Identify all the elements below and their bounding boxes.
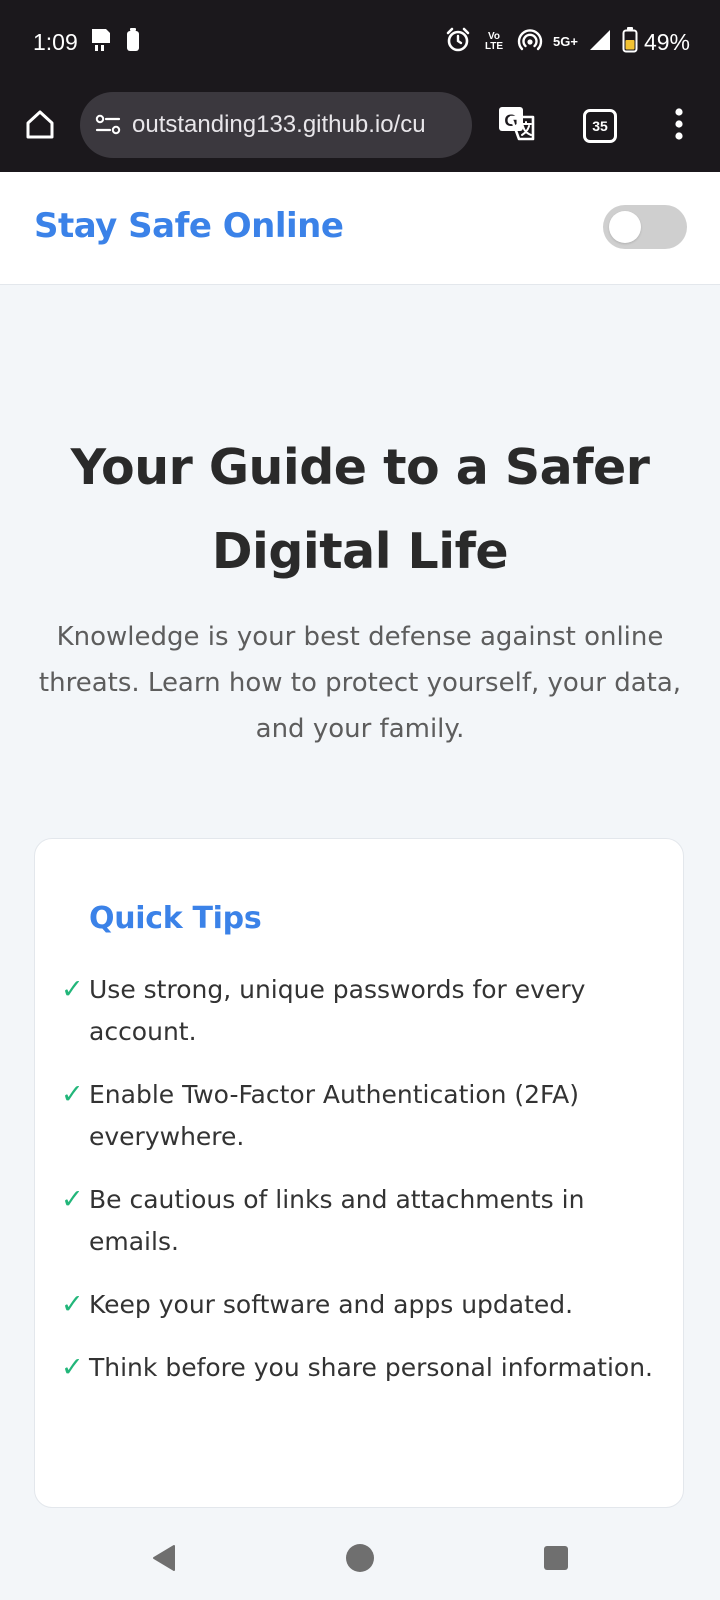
- theme-toggle[interactable]: [603, 205, 687, 249]
- status-time: 1:09: [33, 29, 78, 55]
- url-text[interactable]: outstanding133.github.io/cu: [132, 111, 426, 139]
- quick-tips-list: ✓ Use strong, unique passwords for every…: [61, 969, 661, 1410]
- signal-icon: [588, 28, 612, 56]
- check-icon: ✓: [61, 1289, 84, 1320]
- more-menu-button[interactable]: [664, 106, 694, 146]
- battery-icon: [622, 27, 638, 57]
- tip-text: Be cautious of links and attachments in …: [89, 1185, 585, 1256]
- alarm-icon: [445, 27, 471, 57]
- theme-toggle-knob: [609, 211, 641, 243]
- home-button[interactable]: [20, 106, 60, 146]
- tabs-icon: 35: [583, 109, 617, 143]
- volte-icon: Vo LTE: [481, 32, 507, 52]
- check-icon: ✓: [61, 974, 84, 1005]
- home-circle-icon: [345, 1543, 375, 1577]
- 5g-icon: 5G+: [553, 34, 578, 49]
- recents-button[interactable]: [532, 1536, 580, 1584]
- quick-tips-card: Quick Tips ✓ Use strong, unique password…: [34, 838, 684, 1508]
- quick-tips-title: Quick Tips: [89, 901, 262, 936]
- site-info-icon[interactable]: [94, 111, 122, 139]
- more-menu-icon: [674, 108, 684, 144]
- battery-saver-icon: [126, 28, 140, 56]
- list-item: ✓ Keep your software and apps updated.: [61, 1284, 661, 1326]
- list-item: ✓ Enable Two-Factor Authentication (2FA)…: [61, 1074, 661, 1158]
- hotspot-icon: [517, 27, 543, 57]
- list-item: ✓ Think before you share personal inform…: [61, 1347, 661, 1389]
- hero-title: Your Guide to a Safer Digital Life: [70, 439, 650, 580]
- site-header: Stay Safe Online: [0, 172, 720, 285]
- back-button[interactable]: [140, 1536, 188, 1584]
- check-icon: ✓: [61, 1079, 84, 1110]
- volte-label-bottom: LTE: [484, 41, 504, 52]
- tab-switcher-button[interactable]: 35: [580, 106, 620, 146]
- site-logo[interactable]: Stay Safe Online: [34, 202, 344, 250]
- battery-percent: 49%: [643, 29, 690, 55]
- browser-toolbar: outstanding133.github.io/cu G 35: [0, 84, 720, 172]
- check-icon: ✓: [61, 1184, 84, 1215]
- status-right-icons: Vo LTE 5G+ 49%: [445, 26, 690, 58]
- recents-square-icon: [543, 1545, 569, 1575]
- list-item: ✓ Use strong, unique passwords for every…: [61, 969, 661, 1053]
- check-icon: ✓: [61, 1352, 84, 1383]
- back-icon: [150, 1544, 178, 1576]
- status-left-icons: [90, 28, 140, 56]
- home-icon: [23, 107, 57, 145]
- status-bar: 1:09 Vo LTE 5G+ 49%: [0, 0, 720, 84]
- navigation-bar: [0, 1520, 720, 1600]
- translate-icon: G: [497, 105, 537, 147]
- translate-button[interactable]: G: [495, 104, 539, 148]
- url-bar[interactable]: outstanding133.github.io/cu: [80, 92, 472, 158]
- sim-card-icon: [90, 27, 112, 57]
- tip-text: Use strong, unique passwords for every a…: [89, 975, 586, 1046]
- home-nav-button[interactable]: [336, 1536, 384, 1584]
- hero-subtitle: Knowledge is your best defense against o…: [38, 622, 682, 744]
- tip-text: Enable Two-Factor Authentication (2FA) e…: [89, 1080, 580, 1151]
- tip-text: Think before you share personal informat…: [89, 1353, 654, 1382]
- list-item: ✓ Be cautious of links and attachments i…: [61, 1179, 661, 1263]
- tip-text: Keep your software and apps updated.: [89, 1290, 574, 1319]
